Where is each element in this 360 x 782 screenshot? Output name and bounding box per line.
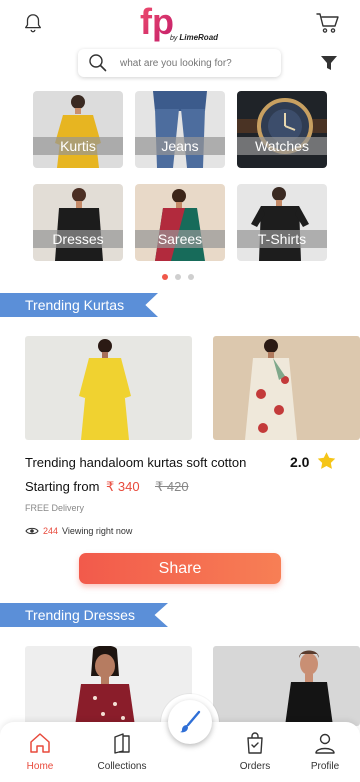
category-tile-dresses[interactable]: Dresses bbox=[33, 184, 123, 261]
search-icon bbox=[89, 54, 107, 72]
category-label: Sarees bbox=[135, 230, 225, 248]
star-icon bbox=[317, 452, 336, 469]
carousel-dot[interactable] bbox=[175, 274, 181, 280]
starting-from-label: Starting from bbox=[25, 479, 100, 494]
dress-black-image bbox=[285, 650, 333, 726]
viewing-indicator: 244 Viewing right now bbox=[25, 526, 132, 536]
kurtis-image bbox=[55, 95, 101, 168]
delivery-info: FREE Delivery bbox=[25, 503, 85, 513]
price-row: Starting from ₹ 340 bbox=[25, 479, 140, 495]
search-input[interactable] bbox=[120, 57, 260, 69]
kurta-yellow-image bbox=[79, 339, 131, 440]
app-screen: fp by LimeRoad what are you looking for?… bbox=[0, 0, 360, 782]
logo-subtitle: by LimeRoad bbox=[170, 33, 218, 42]
category-label: T-Shirts bbox=[237, 230, 327, 248]
logo-brand-text: LimeRoad bbox=[179, 33, 219, 42]
section-header-trending-dresses: Trending Dresses bbox=[0, 603, 168, 627]
viewing-text: Viewing right now bbox=[62, 526, 133, 536]
nav-profile[interactable]: Profile bbox=[293, 722, 357, 782]
category-label: Jeans bbox=[135, 137, 225, 155]
search-bar[interactable] bbox=[78, 49, 281, 77]
section-header-trending-kurtas: Trending Kurtas bbox=[0, 293, 158, 317]
carousel-dot[interactable] bbox=[188, 274, 194, 280]
product-rating: 2.0 bbox=[290, 454, 310, 470]
category-label: Watches bbox=[237, 137, 327, 155]
nav-orders-label: Orders bbox=[239, 761, 271, 772]
shopping-cart-icon[interactable] bbox=[316, 12, 340, 34]
product-image[interactable] bbox=[213, 646, 360, 726]
carousel-dot[interactable] bbox=[162, 274, 168, 280]
nav-home-label: Home bbox=[26, 761, 54, 772]
dresses-image bbox=[55, 188, 103, 261]
logo-by-text: by bbox=[170, 35, 178, 42]
share-button[interactable]: Share bbox=[79, 553, 281, 584]
profile-icon bbox=[315, 733, 335, 754]
create-fab-button[interactable] bbox=[168, 700, 212, 744]
nav-home[interactable]: Home bbox=[8, 722, 72, 782]
category-label: Kurtis bbox=[33, 137, 123, 155]
nav-orders[interactable]: Orders bbox=[223, 722, 287, 782]
product-title[interactable]: Trending handaloom kurtas soft cotton bbox=[25, 455, 246, 470]
logo-mark: fp bbox=[140, 2, 174, 42]
kurta-printed-image bbox=[245, 339, 297, 440]
top-bar: fp by LimeRoad bbox=[0, 0, 360, 50]
nav-collections-label: Collections bbox=[97, 761, 147, 772]
watches-image bbox=[237, 98, 327, 154]
product-image[interactable] bbox=[213, 336, 360, 440]
viewing-count: 244 bbox=[43, 526, 59, 536]
category-label: Dresses bbox=[33, 230, 123, 248]
category-tile-sarees[interactable]: Sarees bbox=[135, 184, 225, 261]
carousel-pagination bbox=[162, 274, 194, 280]
sarees-image bbox=[155, 189, 205, 261]
filter-icon[interactable] bbox=[320, 54, 338, 72]
tshirts-image bbox=[251, 187, 309, 261]
eye-icon bbox=[25, 527, 39, 535]
category-tile-tshirts[interactable]: T-Shirts bbox=[237, 184, 327, 261]
category-tile-kurtis[interactable]: Kurtis bbox=[33, 91, 123, 168]
nav-collections[interactable]: Collections bbox=[90, 722, 154, 782]
collections-icon bbox=[114, 733, 130, 754]
home-icon bbox=[30, 733, 50, 753]
nav-profile-label: Profile bbox=[310, 761, 340, 772]
product-mrp: ₹ 420 bbox=[155, 479, 189, 494]
category-tile-jeans[interactable]: Jeans bbox=[135, 91, 225, 168]
product-image[interactable] bbox=[25, 336, 192, 440]
jeans-image bbox=[153, 91, 207, 168]
notification-bell-icon[interactable] bbox=[22, 12, 44, 34]
category-tile-watches[interactable]: Watches bbox=[237, 91, 327, 168]
product-price: ₹ 340 bbox=[106, 479, 140, 494]
paintbrush-icon bbox=[180, 710, 201, 733]
orders-bag-icon bbox=[247, 732, 263, 754]
